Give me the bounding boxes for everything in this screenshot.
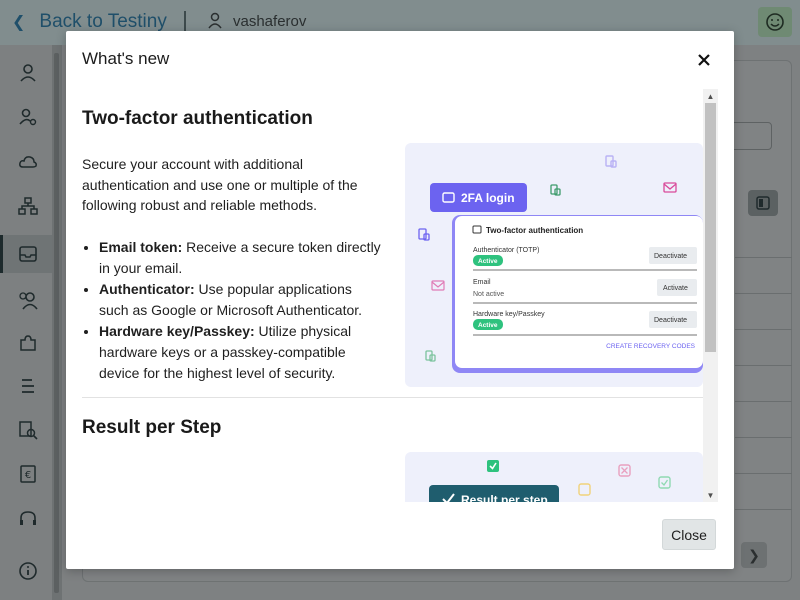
search-document-icon [19, 421, 38, 440]
cloud-icon [19, 156, 37, 168]
smiley-icon [766, 13, 784, 31]
sidebar-item-profile[interactable] [0, 54, 56, 92]
row-separator [735, 257, 792, 258]
row-name: Hardware key/Passkey [473, 311, 545, 318]
svg-text:€: € [25, 470, 31, 481]
row-separator [735, 437, 792, 438]
sidebar-item-hierarchy[interactable] [0, 187, 56, 225]
dialog-body[interactable]: Two-factor authentication Secure your ac… [82, 89, 718, 502]
sidebar-scrollbar[interactable] [52, 45, 62, 600]
currency-icon: € [20, 465, 36, 483]
section-title-result-per-step: Result per Step [82, 417, 222, 438]
sidebar-item-inbox[interactable] [0, 235, 56, 273]
status-text: Not active [473, 291, 504, 298]
scroll-up-arrow[interactable]: ▲ [703, 89, 718, 103]
list-item: Authenticator: Use popular applications … [99, 279, 382, 321]
email-icon [663, 182, 677, 193]
status-badge: Active [478, 258, 498, 265]
users-icon [19, 292, 38, 310]
divider [184, 11, 186, 33]
panel-toggle-button[interactable] [748, 190, 778, 216]
feature-term: Hardware key/Passkey: [99, 323, 255, 339]
sidebar-item-billing[interactable]: € [0, 455, 56, 493]
list-icon [22, 379, 34, 393]
sidebar-item-search[interactable] [0, 411, 56, 449]
badge-label: Result per step [461, 493, 548, 502]
feedback-button[interactable] [758, 7, 792, 37]
info-icon [19, 562, 37, 580]
email-icon [431, 280, 445, 291]
scroll-down-arrow[interactable]: ▼ [703, 488, 718, 502]
panel-icon [756, 196, 770, 210]
dialog-scrollbar[interactable]: ▲ ▼ [703, 89, 718, 502]
sidebar-item-users[interactable] [0, 281, 56, 319]
row-separator [735, 509, 792, 510]
section-title-2fa: Two-factor authentication [82, 108, 313, 129]
user-icon [20, 64, 36, 82]
card-title: Two-factor authentication [486, 226, 583, 235]
sidebar: € [0, 45, 56, 600]
username: vashaferov [233, 12, 307, 30]
hierarchy-icon [18, 197, 38, 215]
close-icon [698, 54, 710, 66]
sidebar-item-info[interactable] [0, 552, 56, 590]
row-separator [735, 473, 792, 474]
next-page-button[interactable]: ❯ [741, 542, 767, 568]
device-icon [550, 184, 561, 196]
device-icon [425, 350, 436, 362]
row-name: Email [473, 279, 491, 286]
list-item: Hardware key/Passkey: Utilize physical h… [99, 321, 382, 384]
sidebar-item-list[interactable] [0, 367, 56, 405]
row-separator [735, 401, 792, 402]
list-item: Email token: Receive a secure token dire… [99, 237, 382, 279]
puzzle-icon [20, 335, 36, 351]
status-badge: Active [478, 322, 498, 329]
close-button[interactable]: Close [662, 519, 716, 550]
device-icon [605, 155, 617, 168]
feature-term: Authenticator: [99, 281, 195, 297]
row-action: Deactivate [654, 253, 687, 260]
section-divider [82, 397, 703, 398]
row-separator [735, 329, 792, 330]
user-chip[interactable]: vashaferov [207, 12, 306, 30]
scrollbar-thumb[interactable] [54, 53, 59, 593]
row-name: Authenticator (TOTP) [473, 247, 539, 254]
filter-input[interactable] [730, 122, 772, 150]
whats-new-dialog: What's new Two-factor authentication Sec… [66, 31, 734, 569]
inbox-icon [19, 246, 37, 262]
sidebar-item-support[interactable] [0, 500, 56, 538]
scrollbar-thumb[interactable] [705, 103, 716, 352]
dialog-close-button[interactable] [692, 49, 716, 71]
section-description: Secure your account with additional auth… [82, 156, 358, 213]
result-per-step-art: Result per step [429, 460, 671, 502]
row-separator [735, 293, 792, 294]
back-link-label: Back to Testiny [39, 11, 167, 32]
sidebar-item-user-settings[interactable] [0, 98, 56, 136]
feature-list: Email token: Receive a secure token dire… [99, 237, 382, 384]
badge-label: 2FA login [461, 191, 515, 205]
device-icon [418, 228, 430, 241]
chevron-left-icon: ❮ [12, 14, 26, 31]
sidebar-item-integrations[interactable] [0, 324, 56, 362]
2fa-illustration: 2FA login Two-factor authentication Auth… [405, 143, 703, 387]
dialog-title: What's new [82, 49, 170, 68]
sidebar-item-cloud[interactable] [0, 143, 56, 181]
headset-icon [20, 511, 36, 525]
user-settings-icon [19, 108, 37, 126]
2fa-illustration-art: 2FA login Two-factor authentication Auth… [418, 155, 703, 373]
row-action: Activate [663, 285, 688, 292]
feature-term: Email token: [99, 239, 183, 255]
recovery-codes-link: CREATE RECOVERY CODES [606, 343, 696, 350]
row-separator [735, 365, 792, 366]
result-per-step-illustration: Result per step [405, 452, 703, 502]
user-org-icon [208, 12, 222, 29]
row-action: Deactivate [654, 317, 687, 324]
chevron-right-icon: ❯ [748, 546, 760, 563]
